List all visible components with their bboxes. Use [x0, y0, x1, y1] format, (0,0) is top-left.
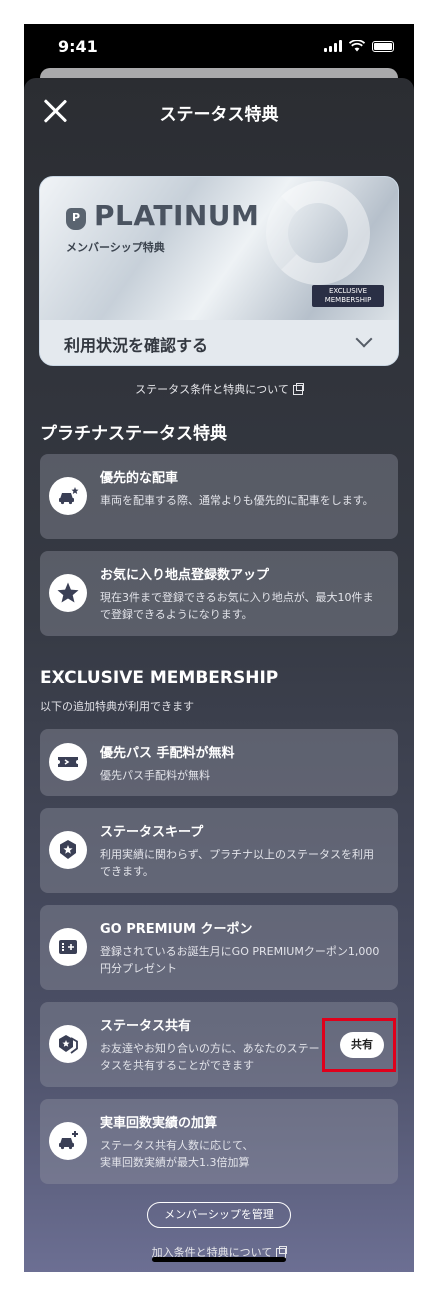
exclusive-membership-badge: EXCLUSIVE MEMBERSHIP	[312, 285, 384, 307]
benefit-card: お気に入り地点登録数アップ 現在3件まで登録できるお気に入り地点が、最大10件ま…	[40, 551, 398, 636]
status-bar: 9:41	[24, 24, 414, 74]
benefit-desc: 登録されているお誕生月にGO PREMIUMクーポン1,000円分プレゼント	[100, 945, 380, 975]
usage-toggle[interactable]: 利用状況を確認する	[40, 320, 398, 365]
benefit-card: 優先的な配車 車両を配車する際、通常よりも優先的に配車をします。	[40, 454, 398, 539]
ride-count-icon	[49, 1122, 87, 1160]
benefit-desc: 現在3件まで登録できるお気に入り地点が、最大10件まで登録できるようになります。	[100, 591, 374, 621]
phone-screen: 9:41 ステータス特典 P PLATINUM メンバーシップ特典 EXCLUS…	[24, 24, 414, 1272]
benefit-desc: 車両を配車する際、通常よりも優先的に配車をします。	[100, 494, 374, 507]
exclusive-section-subtitle: 以下の追加特典が利用できます	[40, 700, 194, 713]
coupon-icon	[49, 928, 87, 966]
usage-label: 利用状況を確認する	[64, 336, 209, 355]
sheet-header: ステータス特典	[24, 78, 414, 144]
chevron-down-icon	[355, 330, 373, 348]
status-time: 9:41	[58, 37, 98, 56]
benefit-card: 優先パス 手配料が無料 優先パス手配料が無料	[40, 729, 398, 796]
benefit-title: GO PREMIUM クーポン	[100, 922, 253, 937]
benefit-card: ステータスキープ 利用実績に関わらず、プラチナ以上のステータスを利用できます。	[40, 808, 398, 893]
card-face: P PLATINUM メンバーシップ特典 EXCLUSIVE MEMBERSHI…	[40, 177, 398, 320]
membership-card: P PLATINUM メンバーシップ特典 EXCLUSIVE MEMBERSHI…	[39, 176, 399, 366]
priority-car-icon	[49, 477, 87, 515]
status-share-icon	[49, 1025, 87, 1063]
benefit-desc: お友達やお知り合いの方に、あなたのステータスを共有することができます	[100, 1042, 320, 1072]
benefit-desc: 利用実績に関わらず、プラチナ以上のステータスを利用できます。	[100, 848, 375, 878]
manage-membership-button[interactable]: メンバーシップを管理	[147, 1202, 291, 1228]
external-link-icon	[292, 383, 304, 395]
go-logo-icon	[266, 181, 370, 285]
home-indicator	[152, 1257, 286, 1262]
benefit-title: ステータス共有	[100, 1019, 192, 1034]
benefit-card: 実車回数実績の加算 ステータス共有人数に応じて、 実車回数実績が最大1.3倍加算	[40, 1099, 398, 1184]
ticket-icon	[49, 743, 87, 781]
benefit-title: ステータスキープ	[100, 825, 204, 840]
benefit-title: 優先パス 手配料が無料	[100, 746, 235, 761]
platinum-section-title: プラチナステータス特典	[40, 424, 227, 444]
signal-icon	[324, 40, 342, 52]
exclusive-section-title: EXCLUSIVE MEMBERSHIP	[40, 668, 279, 688]
star-icon	[49, 574, 87, 612]
tier-name: PLATINUM	[94, 199, 260, 232]
benefit-title: お気に入り地点登録数アップ	[100, 568, 270, 583]
highlight-box	[322, 1018, 396, 1072]
wifi-icon	[349, 40, 365, 52]
status-benefits-sheet: ステータス特典 P PLATINUM メンバーシップ特典 EXCLUSIVE M…	[24, 78, 414, 1272]
benefit-title: 優先的な配車	[100, 471, 179, 486]
benefit-card: GO PREMIUM クーポン 登録されているお誕生月にGO PREMIUMクー…	[40, 905, 398, 990]
status-icons	[324, 40, 394, 52]
platinum-badge-icon: P	[66, 208, 86, 230]
benefit-desc: 優先パス手配料が無料	[100, 769, 210, 782]
status-keep-icon	[49, 831, 87, 869]
benefit-desc: ステータス共有人数に応じて、 実車回数実績が最大1.3倍加算	[100, 1139, 254, 1169]
battery-icon	[372, 40, 394, 52]
benefit-title: 実車回数実績の加算	[100, 1116, 218, 1131]
status-conditions-link[interactable]: ステータス条件と特典について	[24, 381, 414, 397]
page-title: ステータス特典	[159, 105, 279, 125]
card-subtitle: メンバーシップ特典	[66, 241, 165, 254]
